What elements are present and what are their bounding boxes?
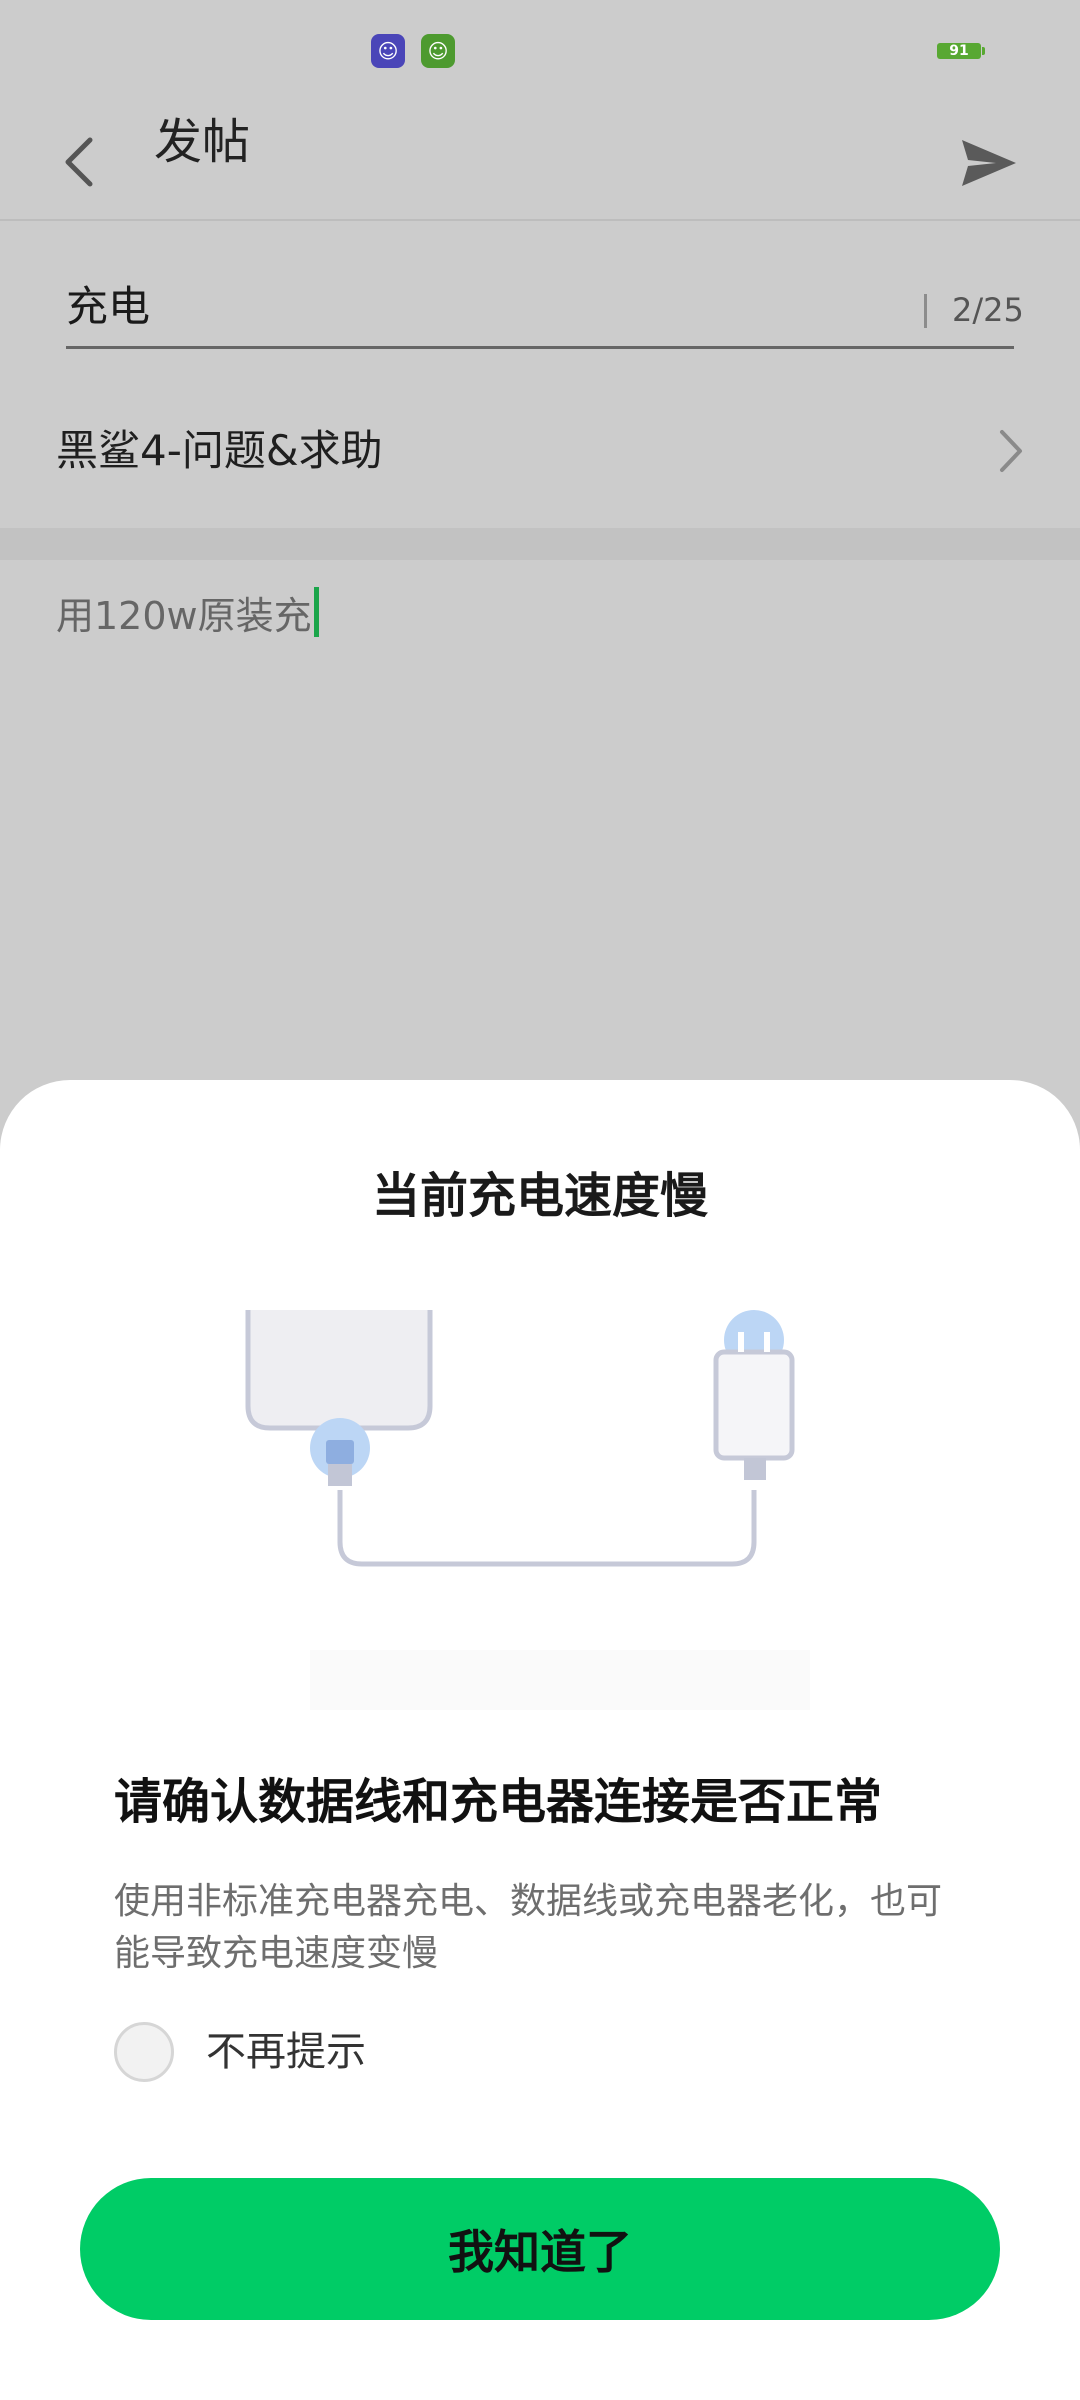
chevron-right-icon — [996, 426, 1026, 476]
notification-app-icon: ☺ — [421, 34, 455, 68]
notification-app-icon: ☺ — [371, 34, 405, 68]
dialog-title: 当前充电速度慢 — [371, 1168, 708, 1224]
page-title: 发帖 — [154, 114, 251, 170]
post-title-input[interactable] — [66, 262, 906, 344]
input-underline — [66, 346, 1014, 349]
dont-show-again-option[interactable]: 不再提示 — [114, 2020, 714, 2090]
post-body-text: 用120w原装充 — [56, 594, 312, 638]
back-arrow-icon[interactable] — [56, 118, 104, 198]
status-bar: ☺ ☺ 91 — [0, 0, 1080, 100]
screen: ☺ ☺ 91 发帖 2/25 黑鲨4-问题&求助 — [0, 0, 1080, 2400]
got-it-button[interactable]: 我知道了 — [80, 2178, 1000, 2320]
dialog-subtitle: 请确认数据线和充电器连接是否正常 — [114, 1774, 883, 1830]
board-selector[interactable]: 黑鲨4-问题&求助 — [0, 398, 1080, 504]
text-cursor — [313, 587, 319, 637]
divider — [924, 294, 927, 328]
title-char-counter: 2/25 — [952, 291, 1024, 329]
charging-warning-sheet: 当前充电速度慢 请确认数据线和充电器连接是否正常 使用非标准充电器充电、数据线或… — [0, 1080, 1080, 2400]
post-title-field: 2/25 — [66, 262, 1024, 349]
send-icon[interactable] — [956, 120, 1020, 200]
post-body-editor[interactable]: 用120w原装充 — [56, 586, 1024, 1086]
board-label: 黑鲨4-问题&求助 — [56, 426, 383, 475]
charger-connection-illustration — [220, 1310, 900, 1730]
section-divider — [0, 528, 1080, 560]
divider — [0, 219, 1080, 221]
dont-show-again-label: 不再提示 — [206, 2029, 366, 2075]
dialog-description: 使用非标准充电器充电、数据线或充电器老化，也可能导致充电速度变慢 — [114, 1881, 943, 1974]
battery-indicator: 91 — [937, 43, 985, 59]
radio-checkbox[interactable] — [114, 2022, 174, 2082]
